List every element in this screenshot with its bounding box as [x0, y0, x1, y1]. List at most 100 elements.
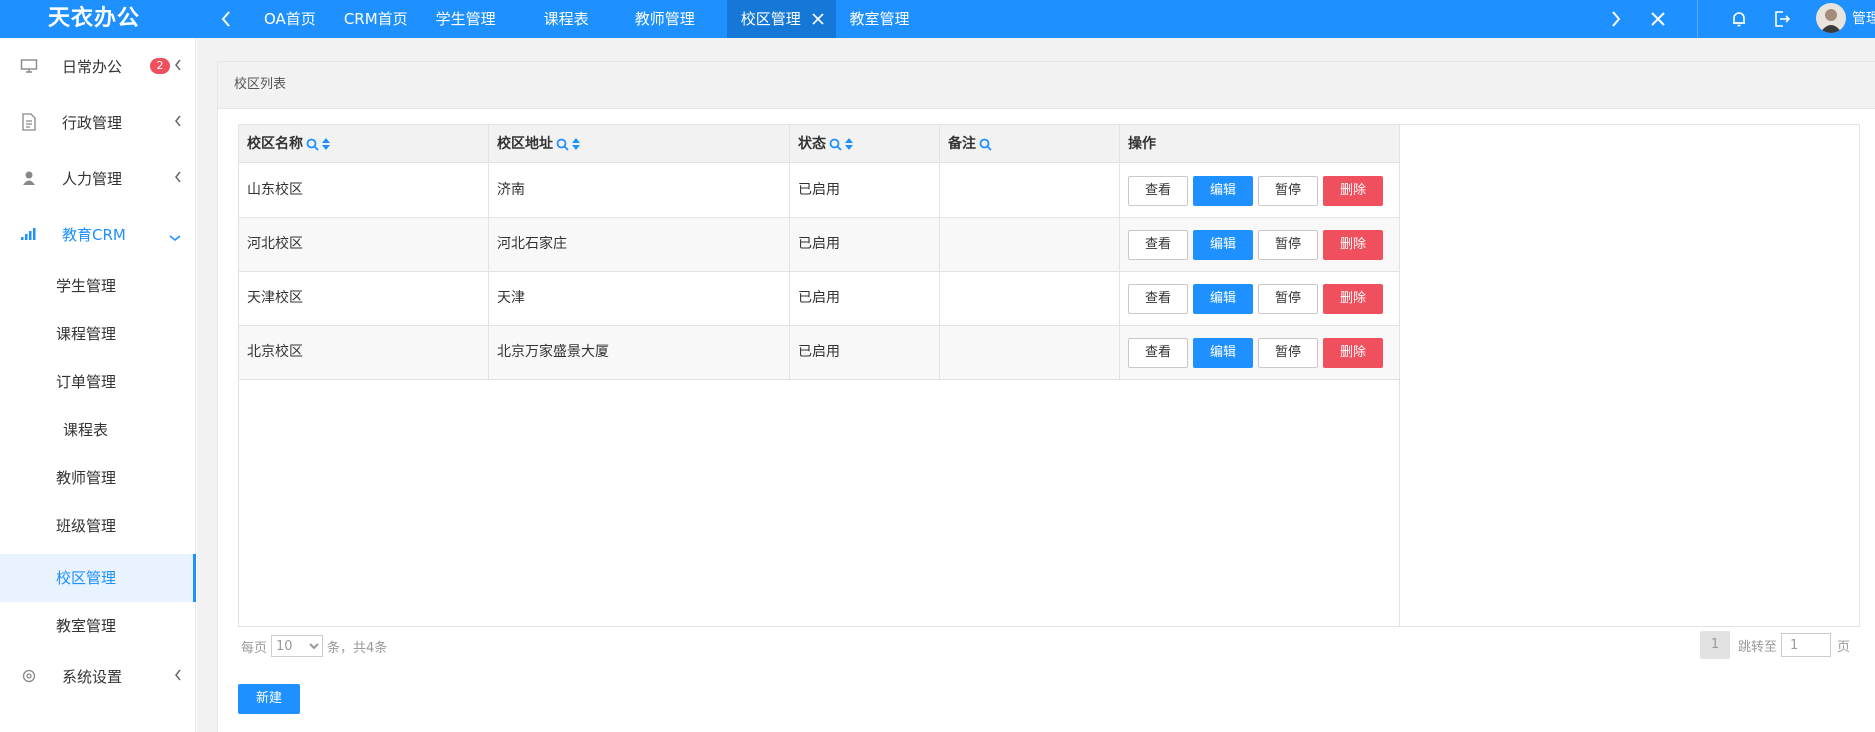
notification-badge: 2 [150, 58, 170, 74]
jump-label: 跳转至 [1738, 639, 1778, 655]
sidebar-item-classroom-management[interactable]: 教室管理 [0, 602, 196, 650]
edit-button[interactable]: 编辑 [1193, 229, 1254, 260]
sidebar-item-administration[interactable]: 行政管理 [0, 94, 196, 150]
total-count-text: 条，共4条 [327, 640, 388, 656]
monitor-icon [19, 56, 39, 76]
delete-button[interactable]: 删除 [1323, 175, 1384, 206]
chevron-left-icon [174, 668, 182, 686]
sidebar-item-education-crm[interactable]: 教育CRM [0, 206, 196, 262]
notification-button[interactable] [1723, 0, 1755, 38]
sidebar-item-teacher-management[interactable]: 教师管理 [0, 454, 196, 502]
sidebar-item-student-management[interactable]: 学生管理 [0, 262, 196, 310]
page-size-select[interactable]: 10 [271, 635, 324, 657]
cell-remarks [940, 326, 1120, 379]
cell-campus-name: 山东校区 [239, 164, 489, 217]
app-logo: 天衣办公 [48, 6, 141, 31]
pause-button[interactable]: 暂停 [1258, 337, 1319, 368]
cell-campus-name: 天津校区 [239, 272, 489, 325]
cell-actions: 查看 编辑 暂停 删除 [1120, 272, 1399, 325]
tab-oa-home[interactable]: OA首页 [250, 0, 330, 38]
delete-button[interactable]: 删除 [1323, 337, 1384, 368]
pause-button[interactable]: 暂停 [1258, 283, 1319, 314]
sidebar-item-class-management[interactable]: 班级管理 [0, 502, 196, 550]
cell-status: 已启用 [790, 272, 940, 325]
user-avatar-icon [1820, 9, 1842, 33]
cell-campus-address: 济南 [489, 164, 790, 217]
sort-icon[interactable] [845, 138, 853, 150]
user-icon [19, 168, 39, 188]
sidebar-item-daily-office[interactable]: 日常办公 2 [0, 38, 196, 94]
close-icon [1651, 12, 1665, 26]
sidebar-item-course-management[interactable]: 课程管理 [0, 310, 196, 358]
tab-scroll-right-button[interactable] [1600, 0, 1632, 38]
cell-remarks [940, 218, 1120, 271]
username[interactable]: 管理员 [1852, 0, 1875, 38]
tab-course-schedule[interactable]: 课程表 [520, 0, 613, 38]
tab-scroll-left-button[interactable] [210, 0, 242, 38]
cell-actions: 查看 编辑 暂停 删除 [1120, 218, 1399, 271]
search-icon[interactable] [556, 138, 569, 151]
edit-button[interactable]: 编辑 [1193, 175, 1254, 206]
cell-status: 已启用 [790, 218, 940, 271]
avatar[interactable] [1816, 3, 1846, 33]
top-navbar: 天衣办公 OA首页 CRM首页 学生管理 课程表 教师管理 校区管理 教室管理 [0, 0, 1875, 38]
bell-icon [1733, 12, 1745, 27]
tab-teacher-management[interactable]: 教师管理 [613, 0, 727, 38]
cell-campus-address: 北京万家盛景大厦 [489, 326, 790, 379]
sidebar-item-human-resources[interactable]: 人力管理 [0, 150, 196, 206]
jump-page-input[interactable] [1781, 633, 1832, 657]
sort-icon[interactable] [322, 138, 330, 150]
pagination-left: 每页 10 条，共4条 [241, 633, 387, 659]
cell-campus-address: 天津 [489, 272, 790, 325]
sidebar-item-system-settings[interactable]: 系统设置 [0, 648, 196, 704]
view-button[interactable]: 查看 [1128, 229, 1189, 260]
pause-button[interactable]: 暂停 [1258, 175, 1319, 206]
pause-button[interactable]: 暂停 [1258, 229, 1319, 260]
new-button[interactable]: 新建 [238, 684, 300, 714]
pagination-right: 1 跳转至 页 [1700, 631, 1850, 659]
view-button[interactable]: 查看 [1128, 337, 1189, 368]
cell-actions: 查看 编辑 暂停 删除 [1120, 326, 1399, 379]
sidebar-item-order-management[interactable]: 订单管理 [0, 358, 196, 406]
logout-button[interactable] [1766, 0, 1798, 38]
chevron-down-icon [168, 228, 182, 246]
sidebar-item-campus-management[interactable]: 校区管理 [0, 554, 196, 602]
view-button[interactable]: 查看 [1128, 175, 1189, 206]
tab-classroom-management[interactable]: 教室管理 [836, 0, 924, 38]
column-header-remarks[interactable]: 备注 [940, 125, 1120, 163]
edit-button[interactable]: 编辑 [1193, 337, 1254, 368]
table-row: 天津校区 天津 已启用 查看 编辑 暂停 删除 [239, 272, 1399, 326]
close-tab-icon[interactable] [811, 1, 824, 39]
table-row: 山东校区 济南 已启用 查看 编辑 暂停 删除 [239, 164, 1399, 218]
tab-crm-home[interactable]: CRM首页 [330, 0, 422, 38]
search-icon[interactable] [979, 138, 992, 151]
view-button[interactable]: 查看 [1128, 283, 1189, 314]
tab-student-management[interactable]: 学生管理 [422, 0, 520, 38]
grid-divider [1399, 124, 1400, 627]
search-icon[interactable] [306, 138, 319, 151]
table-header: 校区名称 校区地址 状态 备注 操作 [239, 125, 1399, 163]
chevron-left-icon [221, 11, 230, 27]
tab-campus-management[interactable]: 校区管理 [726, 0, 836, 39]
panel-header: 校区列表 [217, 61, 1875, 109]
cell-status: 已启用 [790, 326, 940, 379]
chevron-left-icon [174, 114, 182, 132]
column-header-campus-name[interactable]: 校区名称 [239, 125, 489, 163]
search-icon[interactable] [829, 138, 842, 151]
document-icon [19, 112, 39, 132]
cell-campus-name: 北京校区 [239, 326, 489, 379]
column-header-status[interactable]: 状态 [790, 125, 940, 163]
page-number[interactable]: 1 [1700, 631, 1730, 659]
edit-button[interactable]: 编辑 [1193, 283, 1254, 314]
sidebar: 日常办公 2 行政管理 人力管理 教育CRM 学生管理 课程管理 订单管理 课程… [0, 38, 196, 732]
sidebar-item-course-schedule[interactable]: 课程表 [0, 406, 196, 454]
signal-bars-icon [19, 224, 39, 244]
column-header-campus-address[interactable]: 校区地址 [489, 125, 790, 163]
cell-remarks [940, 164, 1120, 217]
cell-campus-name: 河北校区 [239, 218, 489, 271]
delete-button[interactable]: 删除 [1323, 283, 1384, 314]
delete-button[interactable]: 删除 [1323, 229, 1384, 260]
sort-icon[interactable] [572, 138, 580, 150]
divider [1697, 0, 1698, 38]
close-all-tabs-button[interactable] [1640, 0, 1676, 38]
